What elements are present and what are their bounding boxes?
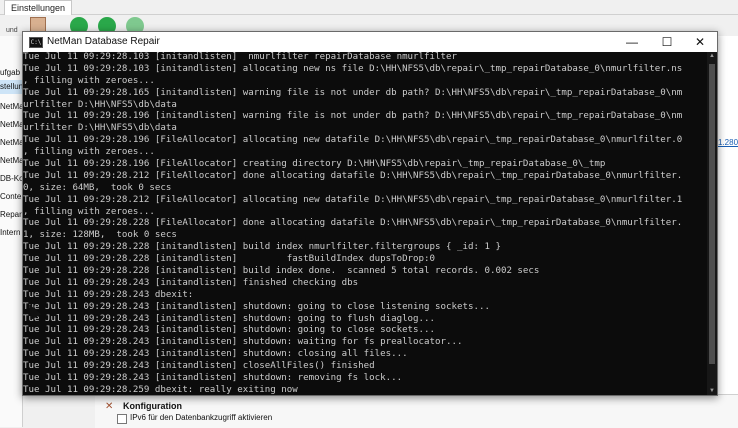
console-scrollbar[interactable]: ▲ ▼ [707,52,717,395]
console-line: Tue Jul 11 09:29:28.243 [initandlisten] … [23,361,375,372]
console-line: Tue Jul 11 09:29:28.243 [initandlisten] … [23,373,403,384]
console-line: Tue Jul 11 09:29:28.228 [initandlisten] … [23,254,436,265]
console-line: Tue Jul 11 09:29:28.228 [initandlisten] … [23,266,540,277]
window-title: NetMan Database Repair [47,36,160,47]
console-line: , filling with zeroes... [23,75,155,86]
close-button[interactable]: ✕ [683,32,717,52]
config-section-title: Konfiguration [123,401,182,411]
console-window: C:\ NetMan Database Repair — ☐ ✕ Tue Jul… [22,31,718,396]
wrench-icon: ✕ [105,401,114,412]
console-line: urlfilter D:\HH\NFS5\db\data [23,99,177,110]
console-line: , filling with zeroes... [23,147,155,158]
background-right-panel [716,36,738,396]
console-line: Tue Jul 11 09:29:28.243 [initandlisten] … [23,337,463,348]
console-line: Tue Jul 11 09:29:28.103 [initandlisten] … [23,52,458,62]
tab-einstellungen[interactable]: Einstellungen [4,0,73,15]
sidebar-item[interactable]: Intern [0,226,22,240]
version-link[interactable]: 1.2801 [718,138,738,147]
sidebar-item[interactable]: Repar [0,208,22,222]
minimize-button[interactable]: — [615,32,649,52]
console-line: Tue Jul 11 09:29:28.196 [FileAllocator] … [23,159,606,170]
console-line: Tue Jul 11 09:29:28.165 [initandlisten] … [23,87,683,98]
sidebar-item[interactable]: Conte [0,190,22,204]
sidebar-item[interactable]: stellun [0,80,22,94]
ipv6-checkbox[interactable] [117,414,127,424]
console-line: Tue Jul 11 09:29:28.212 [FileAllocator] … [23,194,683,205]
console-line: Tue Jul 11 09:29:28.196 [FileAllocator] … [23,135,683,146]
console-line: Tue Jul 11 09:29:28.212 [FileAllocator] … [23,170,683,181]
sidebar-item[interactable]: NetMa [0,136,22,150]
sidebar-item[interactable]: NetMa [0,154,22,168]
console-output[interactable]: Tue Jul 11 09:29:28.103 [initandlisten] … [23,52,707,395]
console-line: Tue Jul 11 09:29:28.228 [FileAllocator] … [23,218,683,229]
background-tabbar: Einstellungen [0,0,738,15]
sidebar-item[interactable]: DB-Ko [0,172,22,186]
scroll-thumb[interactable] [709,64,715,364]
console-line: Tue Jul 11 09:29:28.243 dbexit: [23,289,194,300]
sidebar-item[interactable]: ufgab [0,66,22,80]
ipv6-checkbox-label: IPv6 für den Datenbankzugriff aktivieren [130,413,273,422]
console-line: 0, size: 64MB, took 0 secs [23,182,172,193]
console-line: Tue Jul 11 09:29:28.228 [initandlisten] … [23,242,501,253]
console-icon: C:\ [29,37,43,48]
console-line: Tue Jul 11 09:29:28.243 [initandlisten] … [23,349,408,360]
console-line: Tue Jul 11 09:29:28.196 [initandlisten] … [23,111,683,122]
scroll-down-icon[interactable]: ▼ [707,387,717,395]
maximize-button[interactable]: ☐ [650,32,684,52]
sidebar-item[interactable]: NetMa [0,100,22,114]
console-line: , filling with zeroes... [23,206,155,217]
sidebar-item[interactable]: NetMa [0,118,22,132]
scroll-up-icon[interactable]: ▲ [707,52,717,60]
console-line: Tue Jul 11 09:29:28.243 [initandlisten] … [23,325,436,336]
console-line: 1, size: 128MB, took 0 secs [23,230,177,241]
background-sidebar: ufgab stellun NetMa NetMa NetMa NetMa DB… [0,36,23,427]
console-line: Tue Jul 11 09:29:28.243 [initandlisten] … [23,277,359,288]
config-section: ✕ Konfiguration IPv6 für den Datenbankzu… [95,394,738,428]
console-line: Tue Jul 11 09:29:28.243 [initandlisten] … [23,301,490,312]
console-line: Tue Jul 11 09:29:28.243 [initandlisten] … [23,313,436,324]
console-line: Tue Jul 11 09:29:28.259 dbexit: really e… [23,384,298,395]
toolbar-partial-label: und [6,27,18,34]
console-titlebar[interactable]: C:\ NetMan Database Repair — ☐ ✕ [23,32,717,52]
console-line: Tue Jul 11 09:29:28.103 [initandlisten] … [23,63,683,74]
console-line: urlfilter D:\HH\NFS5\db\data [23,123,177,134]
